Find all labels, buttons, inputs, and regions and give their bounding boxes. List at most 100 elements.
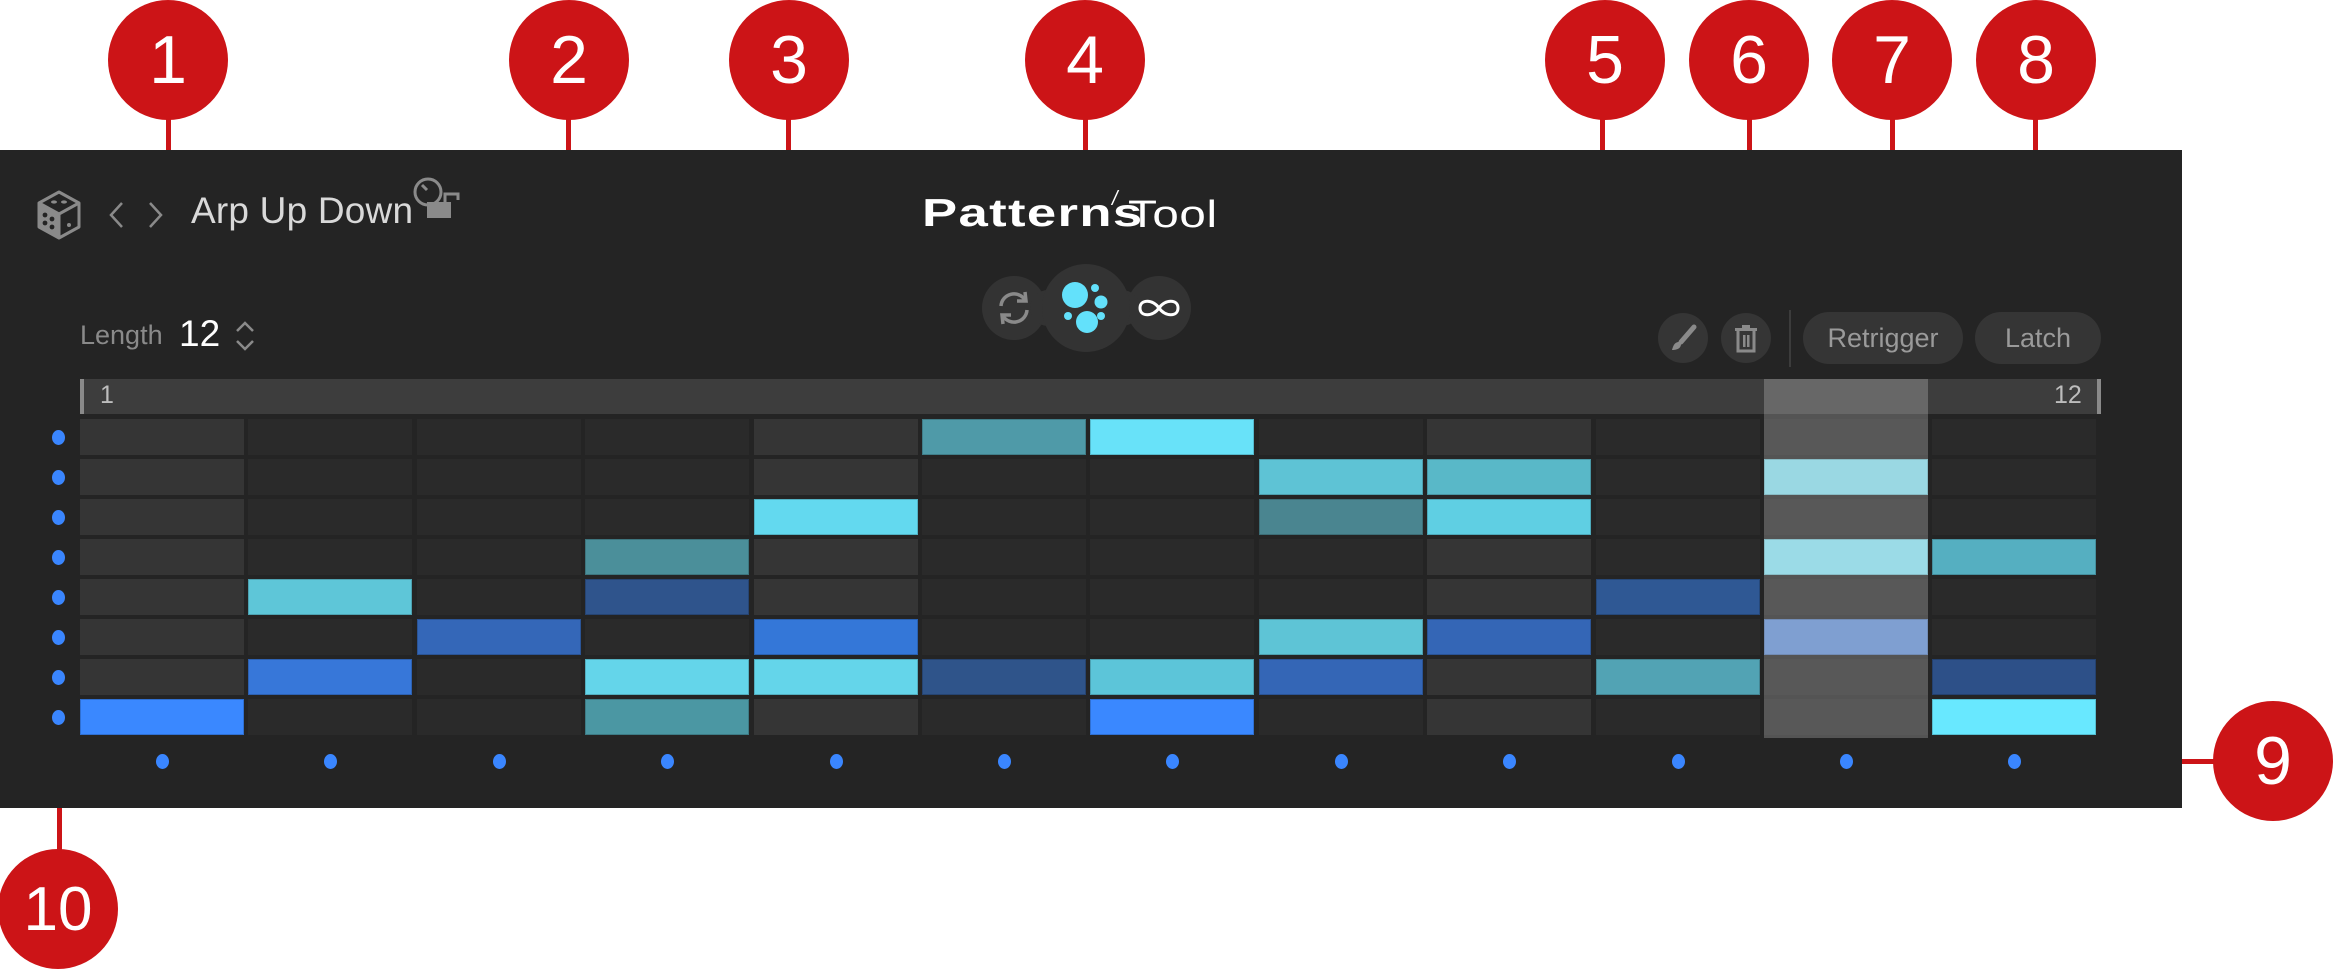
- grid-cell-active[interactable]: [1595, 579, 1760, 615]
- grid-cell-active[interactable]: [753, 659, 918, 695]
- grid-cell[interactable]: [922, 539, 1086, 575]
- grid-cell-active[interactable]: [248, 579, 413, 615]
- grid-cell[interactable]: [922, 699, 1086, 735]
- grid-cell-active[interactable]: [922, 659, 1086, 695]
- dice-icon[interactable]: [36, 190, 82, 240]
- grid-cell-active[interactable]: [1258, 619, 1423, 655]
- grid-cell-active[interactable]: [1090, 699, 1255, 735]
- grid-cell[interactable]: [1595, 539, 1760, 575]
- grid-cell[interactable]: [1090, 499, 1255, 535]
- grid-cell[interactable]: [1595, 419, 1760, 455]
- grid-cell-active[interactable]: [1932, 699, 2097, 735]
- grid-cell[interactable]: [1427, 579, 1592, 615]
- grid-cell[interactable]: [416, 419, 581, 455]
- row-dot[interactable]: [52, 470, 65, 485]
- grid-cell[interactable]: [1764, 499, 1928, 535]
- grid-cell[interactable]: [1090, 619, 1255, 655]
- grid-cell-active[interactable]: [1595, 659, 1760, 695]
- grid-cell[interactable]: [1258, 539, 1423, 575]
- grid-cell[interactable]: [416, 659, 581, 695]
- grid-cell[interactable]: [1090, 579, 1255, 615]
- grid-cell[interactable]: [1764, 419, 1928, 455]
- grid-cell-active[interactable]: [585, 699, 750, 735]
- grid-cell-active[interactable]: [248, 659, 413, 695]
- grid-cell[interactable]: [416, 499, 581, 535]
- step-dot[interactable]: [156, 754, 169, 769]
- grid-cell[interactable]: [922, 619, 1086, 655]
- step-dot[interactable]: [1671, 754, 1685, 769]
- grid-cell[interactable]: [416, 459, 581, 495]
- grid-cell-active[interactable]: [1258, 459, 1423, 495]
- grid-cell[interactable]: [753, 539, 918, 575]
- grid-cell-active[interactable]: [1932, 659, 2097, 695]
- grid-cell-active[interactable]: [1090, 659, 1255, 695]
- grid-cell[interactable]: [753, 579, 918, 615]
- grid-cell[interactable]: [1090, 459, 1255, 495]
- row-dot[interactable]: [52, 590, 65, 605]
- retrigger-button[interactable]: Retrigger: [1803, 312, 1963, 364]
- grid-cell[interactable]: [80, 539, 244, 575]
- grid-cell[interactable]: [248, 419, 413, 455]
- step-dot[interactable]: [1840, 754, 1853, 769]
- grid-cell[interactable]: [1258, 419, 1423, 455]
- grid-cell[interactable]: [80, 579, 244, 615]
- row-dot[interactable]: [52, 430, 65, 445]
- grid-cell[interactable]: [1090, 539, 1255, 575]
- row-dot[interactable]: [52, 510, 65, 525]
- grid-cell[interactable]: [80, 659, 244, 695]
- range-start-handle[interactable]: [80, 379, 84, 414]
- grid-cell[interactable]: [753, 699, 918, 735]
- grid-cell[interactable]: [1932, 619, 2097, 655]
- knob-lock-icon[interactable]: [412, 174, 464, 222]
- row-dot[interactable]: [52, 550, 65, 565]
- grid-cell[interactable]: [585, 619, 750, 655]
- grid-cell[interactable]: [585, 499, 750, 535]
- grid-cell[interactable]: [248, 619, 413, 655]
- step-dot[interactable]: [829, 754, 843, 769]
- grid-cell[interactable]: [416, 699, 581, 735]
- grid-cell-active[interactable]: [585, 579, 750, 615]
- grid-cell[interactable]: [1258, 579, 1423, 615]
- grid-cell[interactable]: [1595, 619, 1760, 655]
- grid-cell[interactable]: [753, 419, 918, 455]
- grid-cell-active[interactable]: [1258, 659, 1423, 695]
- grid-cell[interactable]: [922, 459, 1086, 495]
- grid-cell[interactable]: [1932, 459, 2097, 495]
- grid-cell[interactable]: [585, 459, 750, 495]
- grid-cell[interactable]: [248, 699, 413, 735]
- grid-cell-active[interactable]: [1764, 539, 1928, 575]
- grid-cell-active[interactable]: [1764, 619, 1928, 655]
- paint-button[interactable]: [1658, 313, 1708, 363]
- grid-cell-active[interactable]: [753, 619, 918, 655]
- grid-cell[interactable]: [1932, 419, 2097, 455]
- grid-cell[interactable]: [416, 579, 581, 615]
- mode-random-button[interactable]: [1042, 264, 1130, 352]
- grid-cell[interactable]: [1764, 699, 1928, 735]
- chevron-right-icon[interactable]: [144, 198, 166, 232]
- delete-button[interactable]: [1721, 313, 1771, 363]
- length-value[interactable]: 12: [179, 313, 220, 355]
- grid-cell-active[interactable]: [1090, 419, 1255, 455]
- grid-cell[interactable]: [1427, 699, 1592, 735]
- mode-infinite-button[interactable]: [1127, 276, 1191, 340]
- mode-cycle-button[interactable]: [982, 276, 1046, 340]
- grid-cell-active[interactable]: [753, 499, 918, 535]
- grid-cell[interactable]: [585, 419, 750, 455]
- preset-name[interactable]: Arp Up Down: [191, 190, 413, 232]
- grid-cell-active[interactable]: [585, 539, 750, 575]
- latch-button[interactable]: Latch: [1975, 312, 2101, 364]
- step-dot[interactable]: [492, 754, 506, 769]
- grid-cell-active[interactable]: [1258, 499, 1423, 535]
- grid-cell-active[interactable]: [1427, 619, 1592, 655]
- grid-cell[interactable]: [922, 499, 1086, 535]
- step-dot[interactable]: [998, 754, 1011, 769]
- row-dot[interactable]: [52, 670, 65, 685]
- grid-cell[interactable]: [416, 539, 581, 575]
- grid-cell[interactable]: [248, 459, 413, 495]
- grid-cell[interactable]: [1595, 459, 1760, 495]
- grid-cell-active[interactable]: [80, 699, 244, 735]
- grid-cell[interactable]: [248, 539, 413, 575]
- grid-cell[interactable]: [1258, 699, 1423, 735]
- grid-cell[interactable]: [80, 499, 244, 535]
- grid-cell[interactable]: [1427, 539, 1592, 575]
